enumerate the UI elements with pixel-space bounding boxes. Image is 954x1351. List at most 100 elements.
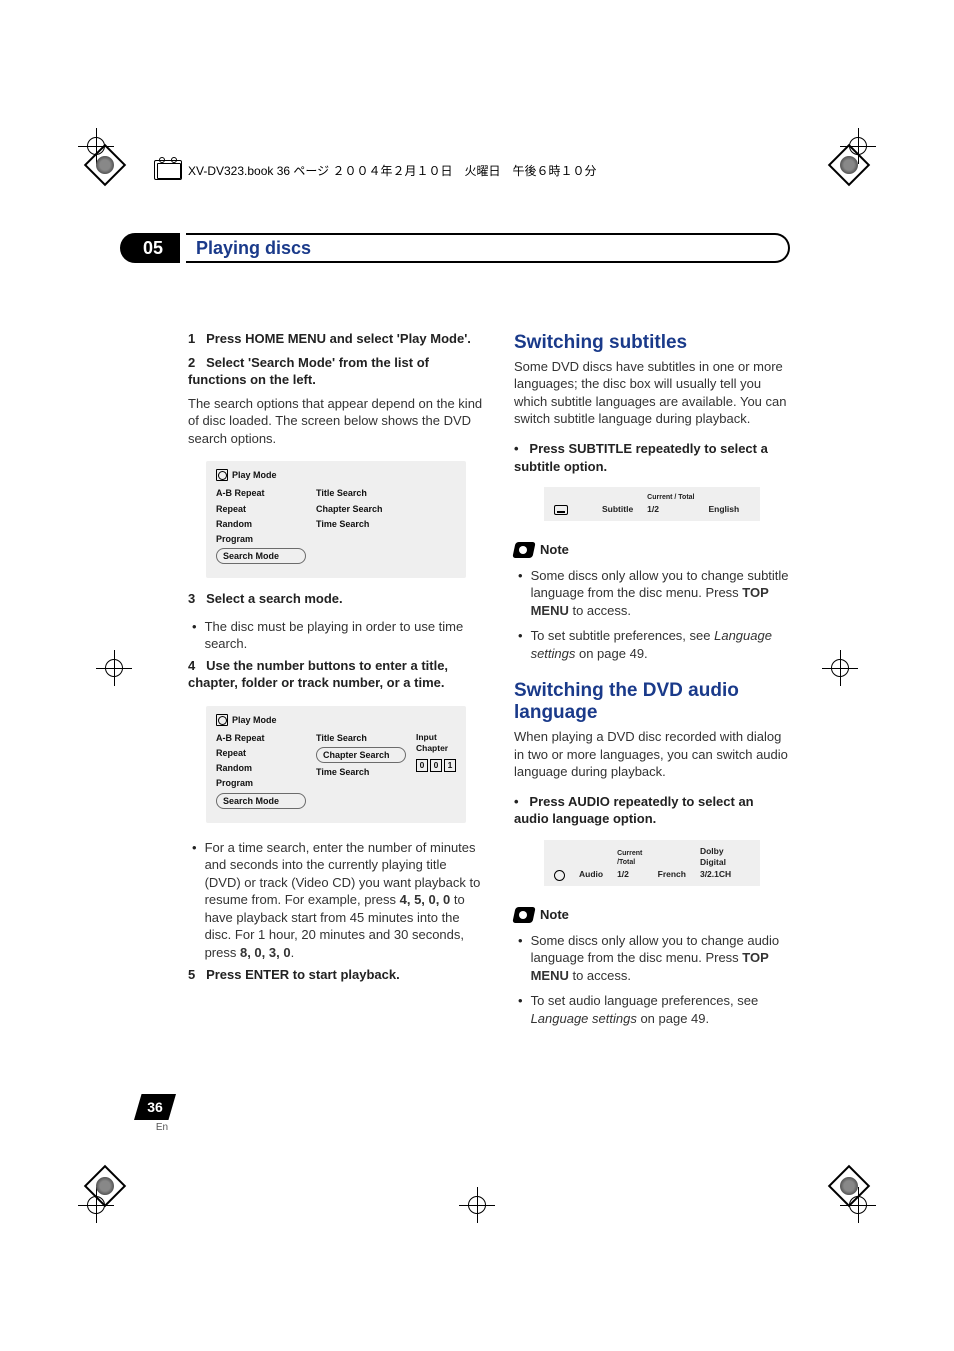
text-run: on page 49. (575, 646, 647, 661)
registration-mark-icon (96, 650, 132, 686)
text-run: To set audio language preferences, see (531, 993, 759, 1008)
disc-icon (216, 714, 228, 726)
key-sequence: 8, 0, 3, 0 (240, 945, 291, 960)
text-run: . (291, 945, 295, 960)
step-title: Press SUBTITLE repeatedly to select a su… (514, 441, 768, 474)
note-heading: Note (514, 541, 790, 559)
osd-item-selected: Chapter Search (316, 747, 406, 763)
right-column: Switching subtitles Some DVD discs have … (514, 330, 790, 1131)
bullet: • To set audio language preferences, see… (518, 992, 790, 1027)
step-number: 3 (188, 591, 195, 606)
osd-item: Random (216, 762, 306, 774)
osd-mid-list: Title Search Chapter Search Time Search (316, 732, 406, 809)
chapter-header: 05 Playing discs (120, 233, 790, 263)
bullet-dot-icon: • (192, 618, 197, 653)
step: 5 Press ENTER to start playback. (188, 966, 484, 984)
osd-item: A-B Repeat (216, 732, 306, 744)
body-text: When playing a DVD disc recorded with di… (514, 728, 790, 781)
book-header-line: XV-DV323.book 36 ページ ２００４年２月１０日 火曜日 午後６時… (154, 160, 800, 180)
bullet-dot-icon: • (518, 567, 523, 620)
audio-icon (554, 870, 565, 880)
step: 4 Use the number buttons to enter a titl… (188, 657, 484, 692)
bullet-text: Some discs only allow you to change audi… (531, 932, 790, 985)
status-label: Audio (579, 869, 603, 880)
content-columns: 1 Press HOME MENU and select 'Play Mode'… (188, 330, 790, 1131)
bullet-text: For a time search, enter the number of m… (205, 839, 484, 962)
bullet: •The disc must be playing in order to us… (192, 618, 484, 653)
disc-icon (216, 469, 228, 481)
status-ct-label: Current / Total (647, 493, 694, 502)
book-header-text: XV-DV323.book 36 ページ ２００４年２月１０日 火曜日 午後６時… (188, 162, 597, 179)
status-osd: Audio Current /Total1/2 French Dolby Dig… (544, 840, 760, 886)
osd-digit: 1 (444, 759, 456, 772)
osd-item: Random (216, 518, 306, 530)
note-icon (512, 542, 535, 558)
osd-right-panel: Input Chapter 0 0 1 (416, 732, 456, 809)
osd-item: Time Search (316, 518, 406, 530)
step-title: Select 'Search Mode' from the list of fu… (188, 355, 429, 388)
osd-digit: 0 (430, 759, 442, 772)
bullet-text: Some discs only allow you to change subt… (531, 567, 790, 620)
text-run: to access. (569, 968, 631, 983)
page: XV-DV323.book 36 ページ ２００４年２月１０日 火曜日 午後６時… (0, 0, 954, 1351)
bullet-dot-icon: • (514, 441, 519, 456)
bullet-dot-icon: • (518, 992, 523, 1027)
osd-title: Play Mode (232, 469, 277, 481)
osd-item: Program (216, 777, 306, 789)
osd-item: Repeat (216, 503, 306, 515)
page-number: 36 (134, 1094, 176, 1120)
subtitle-icon (554, 505, 568, 515)
osd-digit: 0 (416, 759, 428, 772)
text-run: To set subtitle preferences, see (531, 628, 715, 643)
status-ct: 1/2 (647, 504, 659, 514)
chapter-title: Playing discs (196, 238, 311, 259)
osd-left-list: A-B Repeat Repeat Random Program Search … (216, 487, 306, 564)
step-title: Press ENTER to start playback. (206, 967, 400, 982)
osd-left-list: A-B Repeat Repeat Random Program Search … (216, 732, 306, 809)
bullet-text: The disc must be playing in order to use… (205, 618, 484, 653)
note-icon (512, 907, 535, 923)
page-number-badge: 36 En (134, 1094, 176, 1133)
step-title: Press AUDIO repeatedly to select an audi… (514, 794, 754, 827)
step-number: 2 (188, 355, 195, 370)
note-heading: Note (514, 906, 790, 924)
bullet-dot-icon: • (514, 794, 519, 809)
bullet-dot-icon: • (518, 932, 523, 985)
bullet-text: To set audio language preferences, see L… (531, 992, 790, 1027)
osd-screenshot: Play Mode A-B Repeat Repeat Random Progr… (206, 706, 466, 823)
status-osd: Subtitle Current / Total 1/2 English (544, 487, 760, 521)
osd-item: Repeat (216, 747, 306, 759)
step: 3 Select a search mode. (188, 590, 484, 608)
bullet: • Some discs only allow you to change su… (518, 567, 790, 620)
body-text: The search options that appear depend on… (188, 395, 484, 448)
bullet: • Some discs only allow you to change au… (518, 932, 790, 985)
osd-screenshot: Play Mode A-B Repeat Repeat Random Progr… (206, 461, 466, 578)
chapter-number: 05 (120, 233, 180, 263)
osd-item: Chapter Search (316, 503, 406, 515)
osd-mid-list: Title Search Chapter Search Time Search (316, 487, 406, 564)
osd-item: A-B Repeat (216, 487, 306, 499)
registration-mark-icon (459, 1187, 495, 1223)
osd-item-selected: Search Mode (216, 793, 306, 809)
step-number: 4 (188, 658, 195, 673)
osd-item-selected: Search Mode (216, 548, 306, 564)
step: 1 Press HOME MENU and select 'Play Mode'… (188, 330, 484, 348)
page-language: En (148, 1122, 176, 1133)
body-text: Some DVD discs have subtitles in one or … (514, 358, 790, 428)
key-sequence: 4, 5, 0, 0 (400, 892, 451, 907)
osd-item: Title Search (316, 732, 406, 744)
step: 2 Select 'Search Mode' from the list of … (188, 354, 484, 389)
left-column: 1 Press HOME MENU and select 'Play Mode'… (188, 330, 484, 1131)
step: • Press AUDIO repeatedly to select an au… (514, 793, 790, 828)
text-run: on page 49. (637, 1011, 709, 1026)
status-language: English (709, 504, 740, 515)
section-heading: Switching subtitles (514, 332, 790, 354)
osd-digit-boxes: 0 0 1 (416, 759, 456, 772)
note-label: Note (540, 541, 569, 559)
step: • Press SUBTITLE repeatedly to select a … (514, 440, 790, 475)
text-run: to access. (569, 603, 631, 618)
registration-mark-icon (822, 650, 858, 686)
osd-item: Title Search (316, 487, 406, 499)
status-label: Subtitle (602, 504, 633, 515)
osd-item: Time Search (316, 766, 406, 778)
